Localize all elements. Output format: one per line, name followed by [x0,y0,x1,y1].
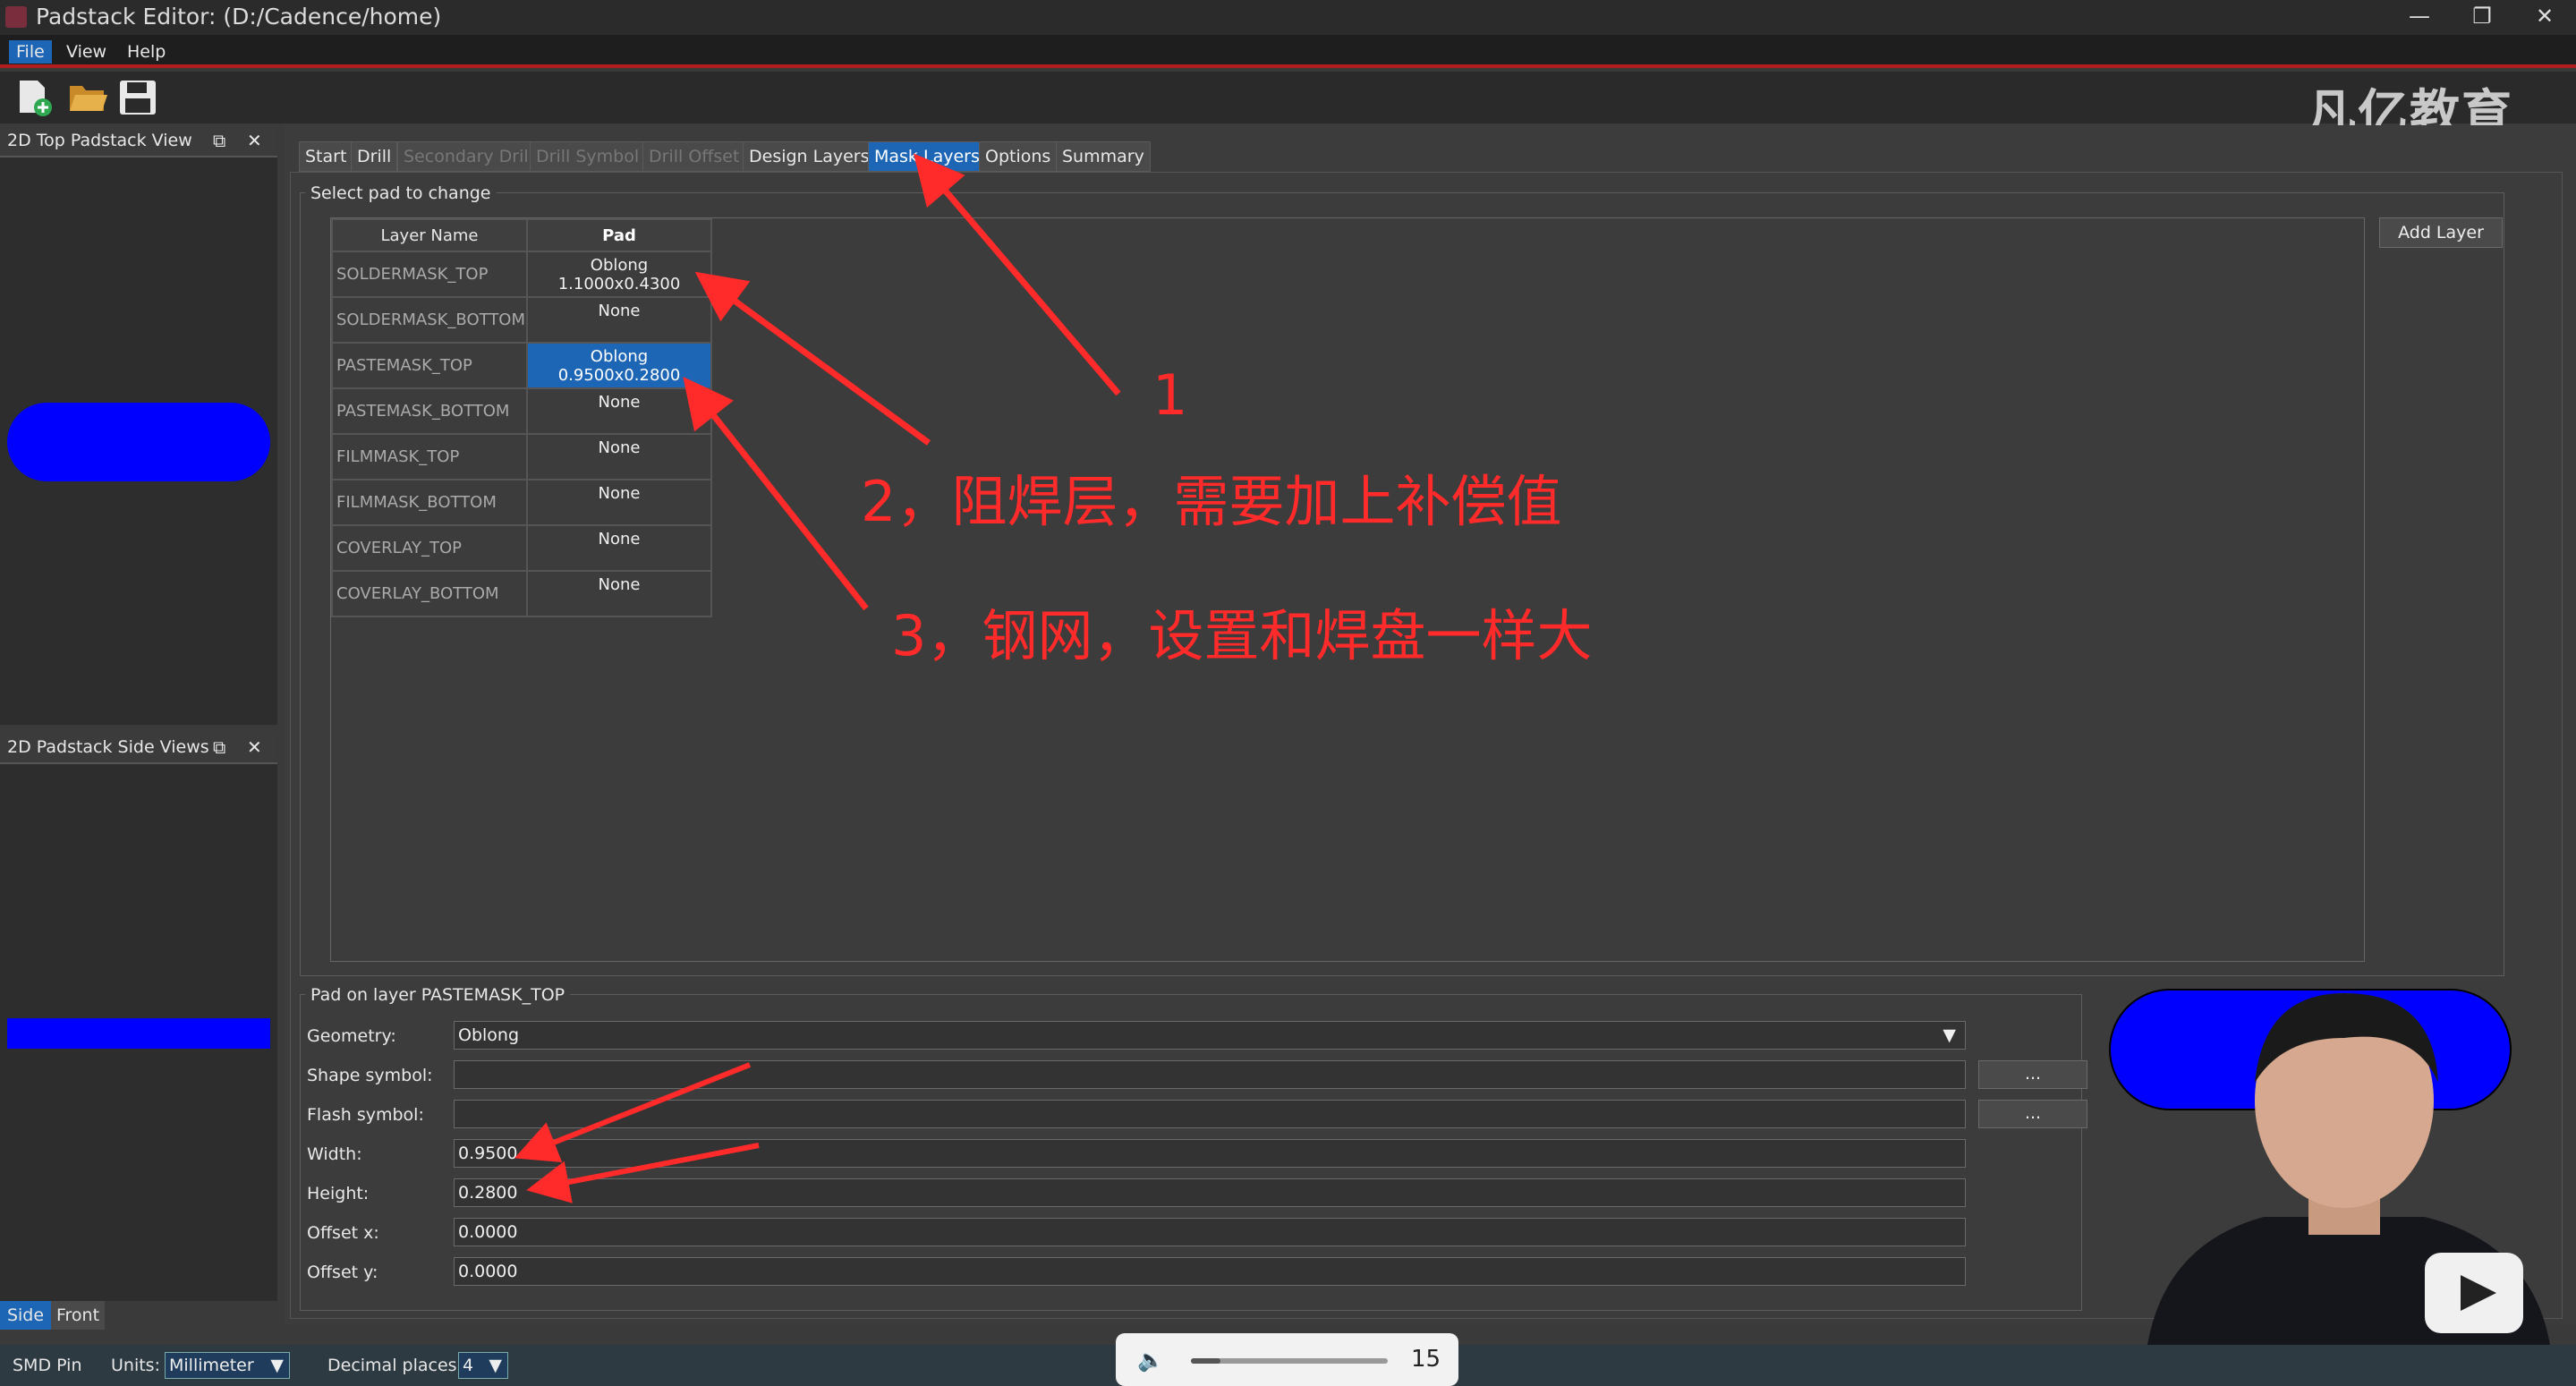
annotation-3: 3，钢网，设置和焊盘一样大 [891,603,1593,668]
volume-value: 15 [1411,1346,1441,1373]
volume-fill [1191,1358,1220,1364]
decimal-places-label: Decimal places: [327,1356,463,1375]
padstack-type: SMD Pin [13,1356,82,1375]
annotation-arrows [514,153,1121,1203]
decimal-places-select[interactable]: 4 ▼ [458,1352,508,1379]
speaker-icon: 🔈 [1137,1348,1164,1373]
annotation-2: 2，阻焊层，需要加上补偿值 [861,469,1562,534]
units-value: Millimeter [169,1356,254,1375]
units-select[interactable]: Millimeter ▼ [165,1352,290,1379]
volume-slider[interactable] [1191,1358,1388,1364]
units-label: Units: [111,1356,160,1375]
chevron-down-icon: ▼ [270,1356,284,1375]
chevron-down-icon: ▼ [489,1356,502,1375]
decimal-places-value: 4 [463,1356,474,1375]
annotation-1: 1 [1152,362,1188,428]
volume-overlay: 🔈 15 [1116,1333,1458,1386]
